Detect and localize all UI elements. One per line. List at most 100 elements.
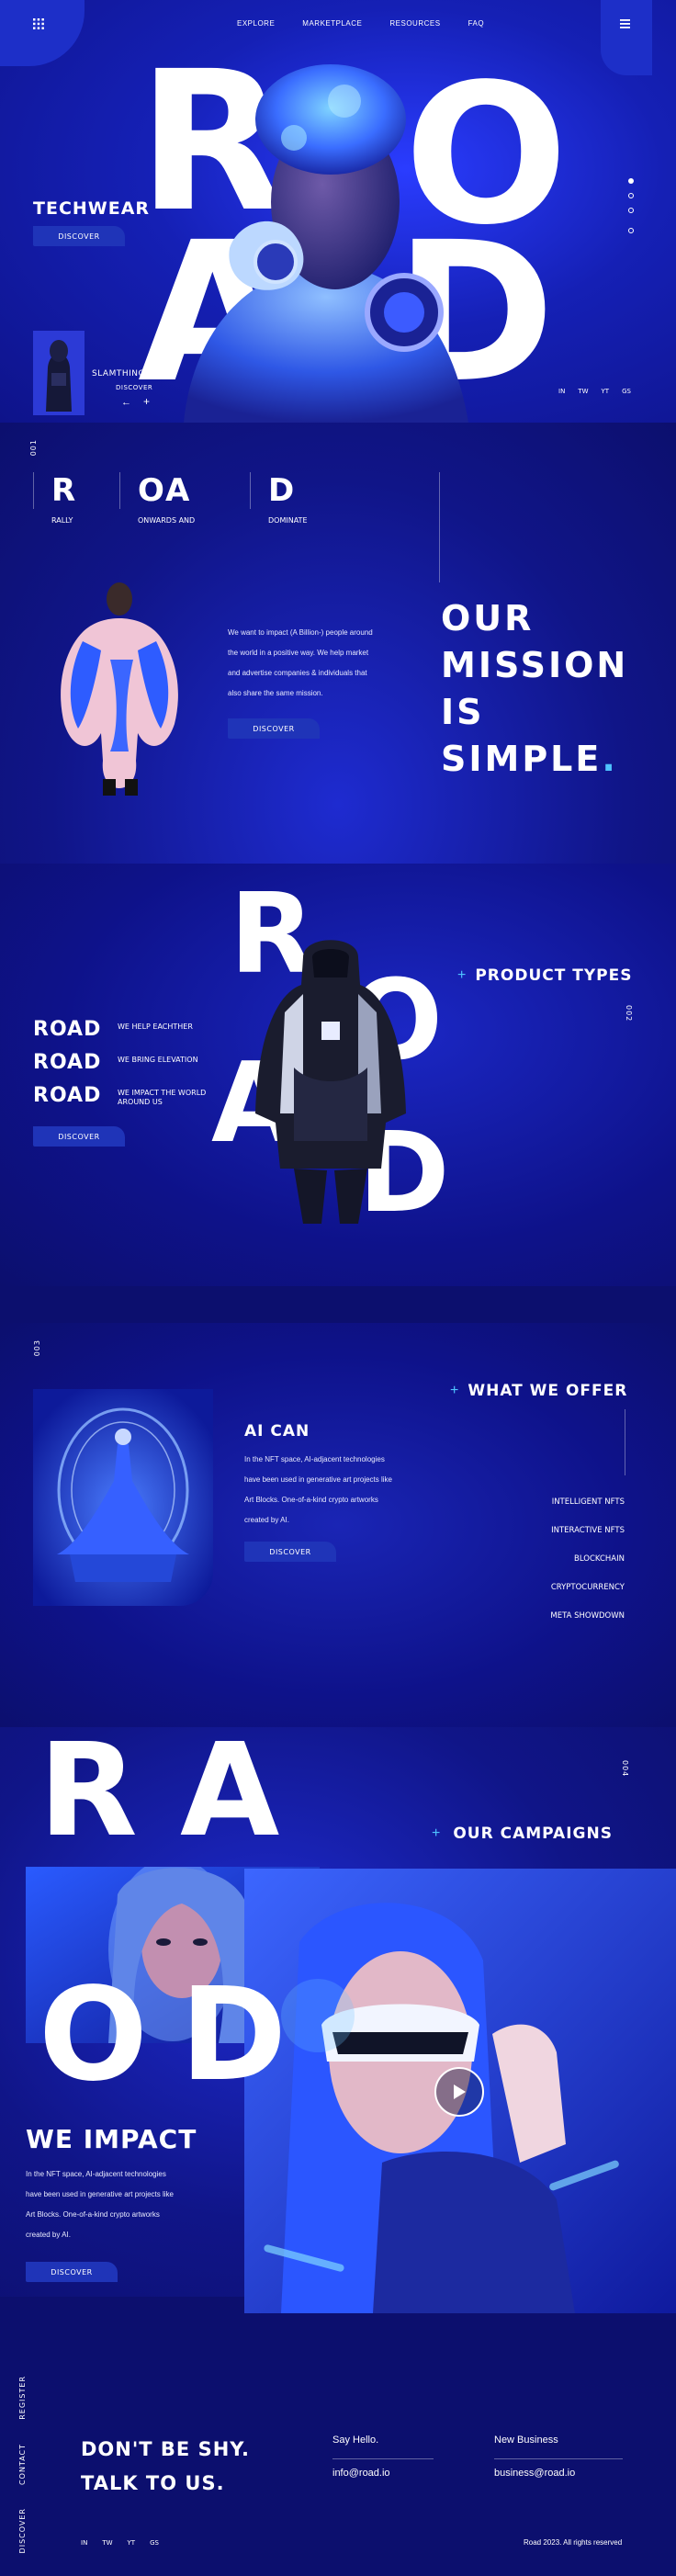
ai-body-line-3: Art Blocks. One-of-a-kind crypto artwork… bbox=[244, 1496, 378, 1504]
impact-discover-button[interactable]: DISCOVER bbox=[26, 2262, 118, 2282]
mission-body-line-1: We want to impact (A Billion-) people ar… bbox=[228, 628, 373, 637]
footer-social-tw[interactable]: TW bbox=[102, 2539, 112, 2547]
onwards-letters: OA bbox=[138, 472, 192, 509]
hero-title: TECHWEAR bbox=[33, 198, 151, 219]
ai-discover-button[interactable]: DISCOVER bbox=[244, 1542, 336, 1562]
social-yt[interactable]: YT bbox=[602, 388, 610, 395]
impact-body-line-1: In the NFT space, AI-adjacent technologi… bbox=[26, 2170, 166, 2178]
cta-line-2: TALK TO US. bbox=[81, 2472, 225, 2494]
footer-socials: IN TW YT GS bbox=[81, 2539, 159, 2547]
slide-dot-3[interactable] bbox=[628, 208, 634, 213]
offer-heading: + WHAT WE OFFER bbox=[450, 1382, 627, 1400]
we-impact-body: In the NFT space, AI-adjacent technologi… bbox=[26, 2164, 209, 2245]
impact-body-line-3: Art Blocks. One-of-a-kind crypto artwork… bbox=[26, 2210, 160, 2219]
road-row-2-text: WE BRING ELEVATION bbox=[118, 1056, 198, 1064]
footer-cta: DON'T BE SHY. TALK TO US. bbox=[81, 2433, 250, 2501]
footer-link-contact[interactable]: CONTACT bbox=[18, 2444, 27, 2485]
plus-icon: + bbox=[457, 967, 467, 983]
impact-body-line-4: created by AI. bbox=[26, 2231, 71, 2239]
slide-dot-1[interactable] bbox=[628, 178, 634, 184]
business-divider bbox=[494, 2458, 623, 2459]
top-nav: EXPLORE MARKETPLACE RESOURCES FAQ bbox=[237, 19, 484, 28]
ai-can-title: AI CAN bbox=[244, 1422, 310, 1441]
footer-social-gs[interactable]: GS bbox=[150, 2539, 159, 2547]
grid-icon bbox=[33, 18, 44, 29]
ai-can-body: In the NFT space, AI-adjacent technologi… bbox=[244, 1450, 428, 1531]
hero-socials: IN TW YT GS bbox=[558, 388, 631, 395]
road-row-1-text: WE HELP EACHTHER bbox=[118, 1022, 193, 1031]
product-types-heading: + PRODUCT TYPES bbox=[457, 966, 632, 985]
road-row-3: ROAD WE IMPACT THE WORLD AROUND US bbox=[33, 1084, 235, 1117]
ai-body-line-2: have been used in generative art project… bbox=[244, 1475, 392, 1484]
offer-item-interactive-nfts[interactable]: INTERACTIVE NFTS bbox=[514, 1517, 625, 1545]
mission-body-line-4: also share the same mission. bbox=[228, 689, 323, 697]
offer-list: INTELLIGENT NFTS INTERACTIVE NFTS BLOCKC… bbox=[514, 1488, 625, 1631]
section-index-004: 004 bbox=[621, 1760, 629, 1778]
footer-link-register[interactable]: REGISTER bbox=[18, 2376, 27, 2420]
puffer-figure-image bbox=[61, 582, 178, 796]
offer-item-blockchain[interactable]: BLOCKCHAIN bbox=[514, 1545, 625, 1574]
slamthings-prev-button[interactable]: ← bbox=[121, 397, 131, 408]
slamthings-title: SLAMTHINGS bbox=[92, 369, 152, 378]
campaign-letter-a: A bbox=[180, 1716, 280, 1866]
section-index-002: 002 bbox=[625, 1005, 633, 1022]
slamthings-discover-link[interactable]: DISCOVER bbox=[116, 384, 152, 391]
footer-link-discover[interactable]: DISCOVER bbox=[18, 2508, 27, 2553]
section-index-003: 003 bbox=[33, 1339, 41, 1357]
nav-marketplace[interactable]: MARKETPLACE bbox=[302, 19, 362, 28]
mission-body: We want to impact (A Billion-) people ar… bbox=[228, 623, 402, 704]
copyright: Road 2023. All rights reserved bbox=[524, 2538, 623, 2547]
section-index-001: 001 bbox=[29, 439, 38, 457]
hero-discover-button[interactable]: DISCOVER bbox=[33, 226, 125, 246]
offer-item-intelligent-nfts[interactable]: INTELLIGENT NFTS bbox=[514, 1488, 625, 1517]
hamburger-button[interactable] bbox=[601, 0, 652, 75]
slide-dot-4[interactable] bbox=[628, 228, 634, 233]
slamthings-next-button[interactable]: + bbox=[143, 395, 150, 408]
divider bbox=[250, 472, 251, 509]
ai-body-line-1: In the NFT space, AI-adjacent technologi… bbox=[244, 1455, 385, 1463]
social-in[interactable]: IN bbox=[558, 388, 565, 395]
mission-body-line-3: and advertise companies & individuals th… bbox=[228, 669, 367, 677]
mission-heading: OUR MISSION IS SIMPLE. bbox=[441, 595, 628, 783]
campaign-title: OUR CAMPAIGNS bbox=[453, 1825, 613, 1843]
product-types-title: PRODUCT TYPES bbox=[475, 966, 633, 985]
road-row-1-road: ROAD bbox=[33, 1018, 102, 1041]
road-row-3-road: ROAD bbox=[33, 1084, 102, 1107]
offer-item-cryptocurrency[interactable]: CRYPTOCURRENCY bbox=[514, 1574, 625, 1602]
product-discover-button[interactable]: DISCOVER bbox=[33, 1126, 125, 1147]
say-hello-label: Say Hello. bbox=[332, 2435, 379, 2446]
we-impact-title: WE IMPACT bbox=[26, 2124, 197, 2154]
business-email-link[interactable]: business@road.io bbox=[494, 2468, 575, 2479]
mission-vertical-rule bbox=[439, 472, 440, 582]
campaign-letter-r: R bbox=[39, 1716, 138, 1866]
nav-faq[interactable]: FAQ bbox=[468, 19, 485, 28]
mission-accent-dot: . bbox=[602, 739, 618, 779]
social-tw[interactable]: TW bbox=[578, 388, 588, 395]
offer-item-meta-showdown[interactable]: META SHOWDOWN bbox=[514, 1602, 625, 1631]
dominate-letter: D bbox=[268, 472, 297, 509]
slide-dot-2[interactable] bbox=[628, 193, 634, 198]
hamburger-icon bbox=[620, 19, 630, 28]
ai-statue-image[interactable] bbox=[33, 1389, 213, 1606]
nav-explore[interactable]: EXPLORE bbox=[237, 19, 275, 28]
divider bbox=[33, 472, 34, 509]
slamthings-thumbnail[interactable] bbox=[33, 331, 84, 415]
dominate-label: DOMINATE bbox=[268, 516, 308, 525]
business-label: New Business bbox=[494, 2435, 558, 2446]
jacket-product-image bbox=[255, 940, 406, 1224]
play-video-button[interactable] bbox=[434, 2067, 484, 2117]
hello-email-link[interactable]: info@road.io bbox=[332, 2468, 390, 2479]
road-row-2: ROAD WE BRING ELEVATION bbox=[33, 1051, 235, 1084]
mission-line-our: OUR bbox=[441, 598, 535, 638]
footer-social-yt[interactable]: YT bbox=[128, 2539, 136, 2547]
rally-letter: R bbox=[51, 472, 78, 509]
nav-resources[interactable]: RESOURCES bbox=[389, 19, 440, 28]
onwards-label: ONWARDS AND bbox=[138, 516, 196, 525]
road-row-3-text: WE IMPACT THE WORLD AROUND US bbox=[118, 1089, 207, 1106]
campaign-letter-d: D bbox=[180, 1960, 287, 2110]
road-row-2-road: ROAD bbox=[33, 1051, 102, 1074]
mission-discover-button[interactable]: DISCOVER bbox=[228, 718, 320, 739]
social-gs[interactable]: GS bbox=[622, 388, 631, 395]
campaign-heading: + OUR CAMPAIGNS bbox=[432, 1825, 613, 1843]
footer-social-in[interactable]: IN bbox=[81, 2539, 87, 2547]
